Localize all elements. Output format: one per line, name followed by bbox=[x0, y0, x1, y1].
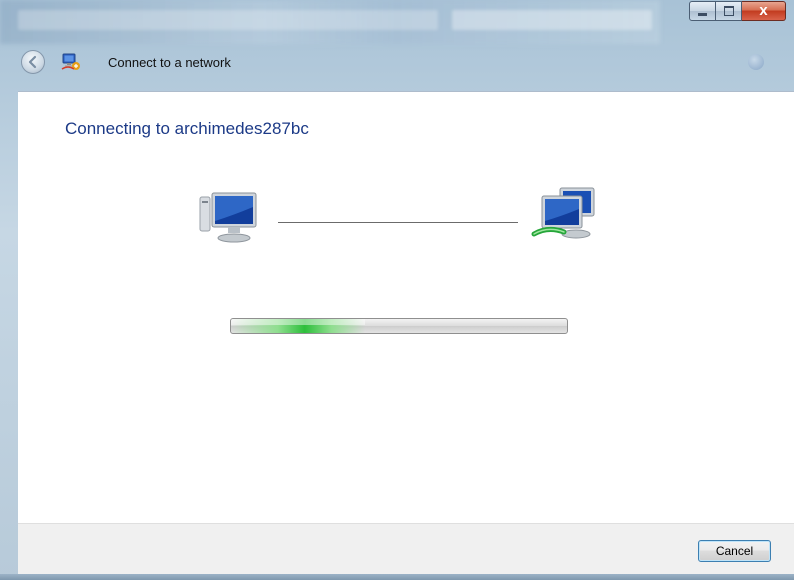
close-button[interactable]: X bbox=[742, 1, 786, 21]
minimize-button[interactable] bbox=[689, 1, 716, 21]
background-address-bar bbox=[18, 10, 438, 30]
cancel-button[interactable]: Cancel bbox=[698, 540, 771, 562]
window-bottom-edge bbox=[0, 574, 794, 580]
connecting-heading: Connecting to archimedes287bc bbox=[65, 119, 309, 138]
background-search-box bbox=[452, 10, 652, 30]
close-icon: X bbox=[759, 4, 768, 18]
maximize-button[interactable] bbox=[716, 1, 742, 21]
network-computers-icon bbox=[531, 187, 595, 239]
network-wizard-icon bbox=[61, 53, 80, 70]
dialog-footer: Cancel bbox=[18, 523, 794, 575]
help-icon[interactable] bbox=[748, 54, 764, 70]
connection-line bbox=[278, 222, 518, 223]
minimize-icon bbox=[698, 12, 707, 16]
back-arrow-icon bbox=[28, 55, 37, 69]
dialog-window: X Connect to a network Connecting to arc… bbox=[0, 0, 794, 580]
content-panel: Connecting to archimedes287bc bbox=[18, 91, 794, 524]
connection-progress-bar bbox=[230, 318, 568, 334]
progress-fill bbox=[231, 319, 366, 333]
caption-buttons: X bbox=[689, 1, 786, 21]
maximize-icon bbox=[723, 6, 734, 16]
local-computer-icon bbox=[199, 192, 257, 243]
back-button[interactable] bbox=[21, 50, 45, 74]
dialog-title: Connect to a network bbox=[108, 55, 231, 70]
